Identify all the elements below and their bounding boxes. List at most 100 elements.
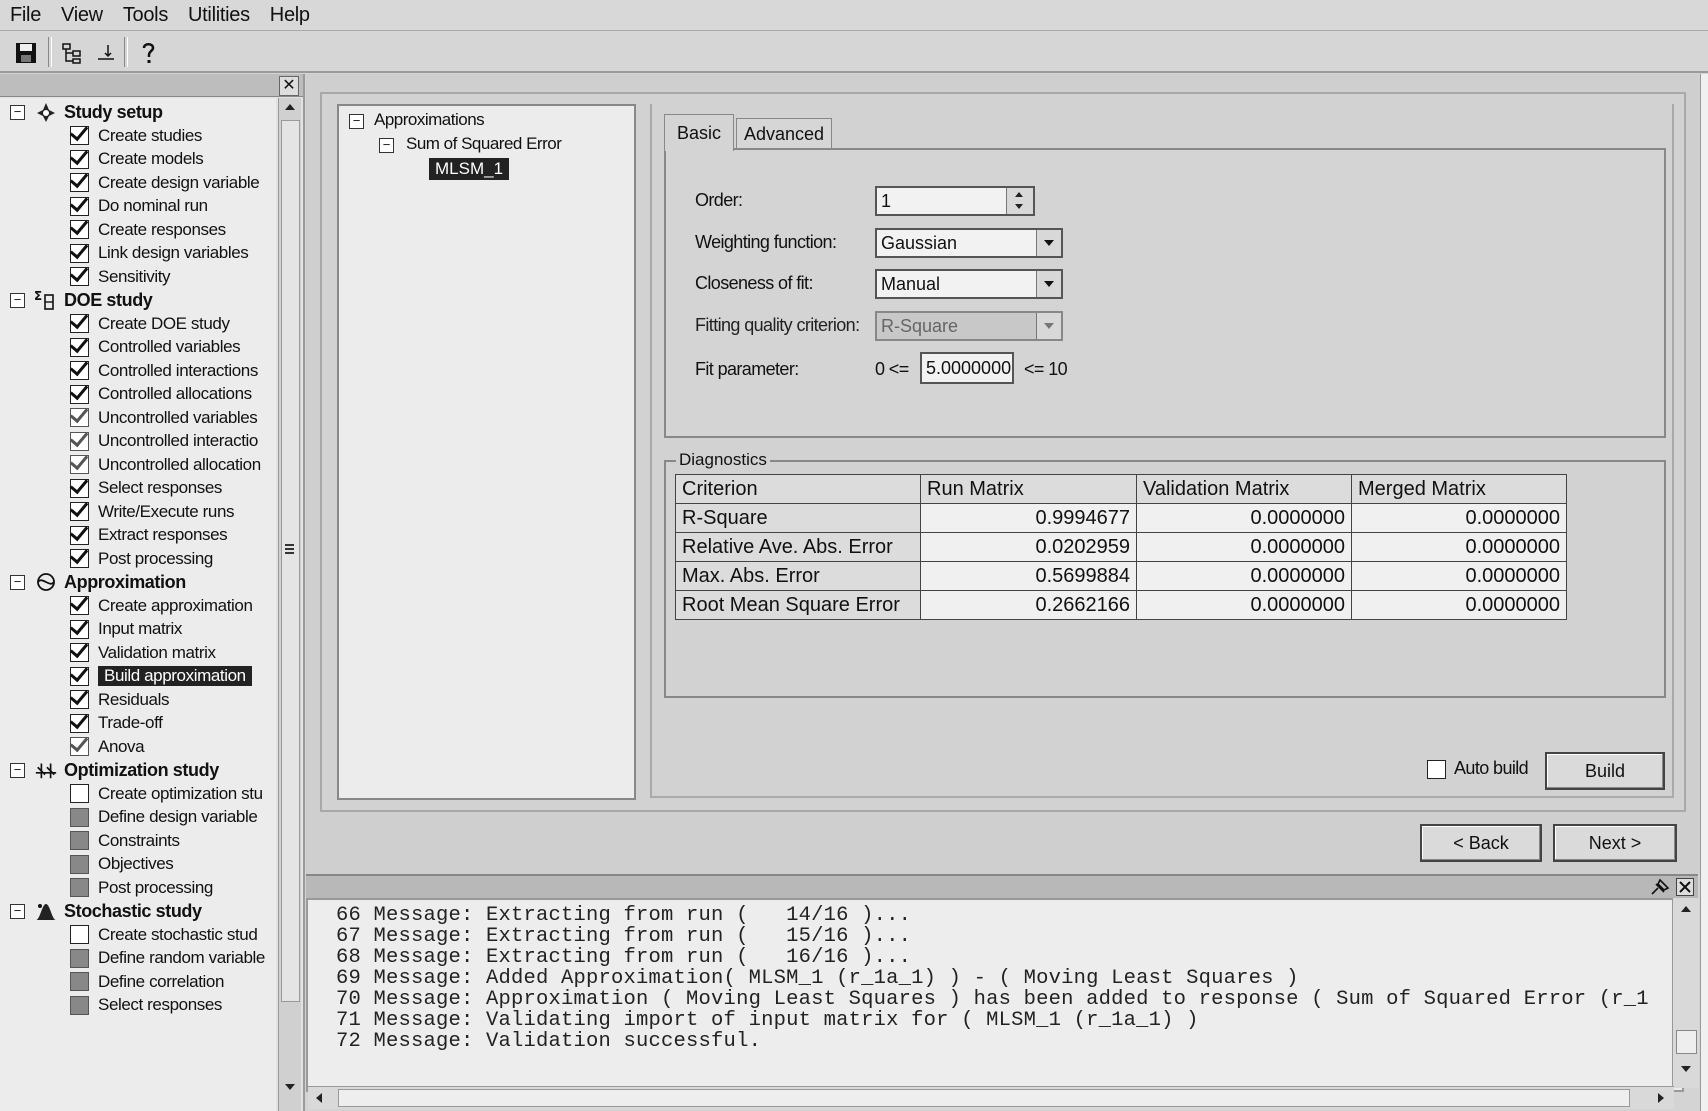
tree-item[interactable]: Post processing xyxy=(70,876,213,900)
chevron-down-icon[interactable] xyxy=(1036,230,1061,256)
tree-item[interactable]: Create models xyxy=(70,147,204,171)
back-button[interactable]: < Back xyxy=(1420,824,1542,862)
tree-group-study-setup[interactable]: Study setup xyxy=(34,100,163,124)
step-checkbox[interactable] xyxy=(70,314,89,333)
scroll-up-icon[interactable] xyxy=(284,102,296,112)
auto-build-checkbox[interactable] xyxy=(1427,760,1446,779)
step-checkbox[interactable] xyxy=(70,126,89,145)
collapse-group-icon[interactable]: − xyxy=(10,904,25,919)
step-checkbox[interactable] xyxy=(70,972,89,991)
tree-item[interactable]: Do nominal run xyxy=(70,194,208,218)
tree-item[interactable]: Select responses xyxy=(70,476,222,500)
step-checkbox[interactable] xyxy=(70,784,89,803)
scroll-up-icon[interactable] xyxy=(1680,904,1692,914)
next-button[interactable]: Next > xyxy=(1553,824,1677,862)
tree-item[interactable]: Uncontrolled interactio xyxy=(70,429,258,453)
chevron-down-icon[interactable] xyxy=(1036,271,1061,297)
tree-item[interactable]: Build approximation xyxy=(70,664,252,688)
tree-item[interactable]: Create design variable xyxy=(70,171,260,195)
log-horizontal-scrollbar[interactable] xyxy=(308,1086,1674,1109)
tree-item[interactable]: Constraints xyxy=(70,829,180,853)
tab-advanced[interactable]: Advanced xyxy=(736,118,832,149)
tree-item[interactable]: Define random variable xyxy=(70,946,265,970)
step-checkbox[interactable] xyxy=(70,149,89,169)
step-checkbox[interactable] xyxy=(70,643,89,662)
step-checkbox[interactable] xyxy=(70,220,89,239)
collapse-group-icon[interactable]: − xyxy=(10,763,25,778)
tree-item[interactable]: Uncontrolled variables xyxy=(70,406,258,430)
close-panel-button[interactable]: ✕ xyxy=(279,76,299,96)
step-checkbox[interactable] xyxy=(70,690,89,709)
tree-item[interactable]: Controlled allocations xyxy=(70,382,252,406)
collapse-response-icon[interactable]: − xyxy=(379,138,394,153)
step-checkbox[interactable] xyxy=(70,431,89,451)
step-checkbox[interactable] xyxy=(70,596,89,615)
save-button[interactable] xyxy=(10,37,42,69)
step-checkbox[interactable] xyxy=(70,502,89,521)
tree-item[interactable]: Create stochastic stud xyxy=(70,923,258,947)
tree-item[interactable]: Create approximation xyxy=(70,594,253,618)
tree-group-doe-study[interactable]: Σ DOE study xyxy=(34,288,153,312)
tree-item[interactable]: Validation matrix xyxy=(70,641,216,665)
pin-icon[interactable] xyxy=(1650,878,1670,896)
step-checkbox[interactable] xyxy=(70,713,89,733)
close-icon[interactable] xyxy=(1676,878,1694,896)
collapse-group-icon[interactable]: − xyxy=(10,105,25,120)
scroll-down-icon[interactable] xyxy=(284,1082,296,1092)
build-button[interactable]: Build xyxy=(1545,752,1665,790)
scroll-down-icon[interactable] xyxy=(1680,1064,1692,1074)
tab-basic[interactable]: Basic xyxy=(664,114,734,151)
step-checkbox[interactable] xyxy=(70,737,89,756)
tree-group-stochastic-study[interactable]: Stochastic study xyxy=(34,899,202,923)
tree-item[interactable]: Extract responses xyxy=(70,523,228,547)
fit-parameter-input[interactable]: 5.0000000 xyxy=(920,352,1014,384)
message-log[interactable]: 66 Message: Extracting from run ( 14/16 … xyxy=(306,898,1684,1092)
spin-up-icon[interactable] xyxy=(1014,190,1024,198)
closeness-of-fit-select[interactable]: Manual xyxy=(875,269,1063,299)
collapse-group-icon[interactable]: − xyxy=(10,293,25,308)
collapse-approximations-icon[interactable]: − xyxy=(349,114,364,129)
tree-scroll-thumb[interactable] xyxy=(281,120,300,1002)
import-button[interactable] xyxy=(90,37,122,69)
tree-item[interactable]: Controlled interactions xyxy=(70,359,258,383)
menu-file[interactable]: File xyxy=(0,4,51,27)
step-checkbox[interactable] xyxy=(70,666,89,686)
step-checkbox[interactable] xyxy=(70,243,89,263)
log-scroll-thumb[interactable] xyxy=(1676,1030,1697,1054)
tree-item[interactable]: Residuals xyxy=(70,688,169,712)
step-checkbox[interactable] xyxy=(70,878,89,897)
step-checkbox[interactable] xyxy=(70,455,89,474)
menu-utilities[interactable]: Utilities xyxy=(178,4,260,27)
tree-node-approximations[interactable]: Approximations xyxy=(374,110,485,130)
help-button[interactable] xyxy=(132,37,164,69)
step-checkbox[interactable] xyxy=(70,478,89,498)
step-checkbox[interactable] xyxy=(70,384,89,404)
menu-help[interactable]: Help xyxy=(260,4,320,27)
tree-item[interactable]: Create responses xyxy=(70,218,226,242)
tree-item[interactable]: Write/Execute runs xyxy=(70,500,235,524)
tree-view-button[interactable] xyxy=(56,37,88,69)
tree-item[interactable]: Controlled variables xyxy=(70,335,241,359)
tree-item[interactable]: Post processing xyxy=(70,547,213,571)
spinner-buttons[interactable] xyxy=(1006,188,1033,214)
tree-group-approximation[interactable]: Approximation xyxy=(34,570,186,594)
order-spinner[interactable]: 1 xyxy=(875,186,1035,216)
tree-item[interactable]: Input matrix xyxy=(70,617,182,641)
tree-item[interactable]: Trade-off xyxy=(70,711,163,735)
menu-view[interactable]: View xyxy=(51,4,113,27)
scroll-left-icon[interactable] xyxy=(314,1092,324,1104)
collapse-group-icon[interactable]: − xyxy=(10,575,25,590)
step-checkbox[interactable] xyxy=(70,408,89,427)
step-checkbox[interactable] xyxy=(70,995,89,1015)
tree-item[interactable]: Objectives xyxy=(70,852,174,876)
spin-down-icon[interactable] xyxy=(1014,203,1024,211)
step-checkbox[interactable] xyxy=(70,854,89,874)
weighting-function-select[interactable]: Gaussian xyxy=(875,228,1063,258)
step-checkbox[interactable] xyxy=(70,948,89,968)
tree-scrollbar[interactable] xyxy=(278,98,301,1111)
tree-item[interactable]: Select responses xyxy=(70,993,222,1017)
step-checkbox[interactable] xyxy=(70,549,89,568)
log-vertical-scrollbar[interactable] xyxy=(1672,898,1699,1088)
tree-item[interactable]: Define design variable xyxy=(70,805,258,829)
tree-node-response[interactable]: Sum of Squared Error xyxy=(406,134,562,154)
